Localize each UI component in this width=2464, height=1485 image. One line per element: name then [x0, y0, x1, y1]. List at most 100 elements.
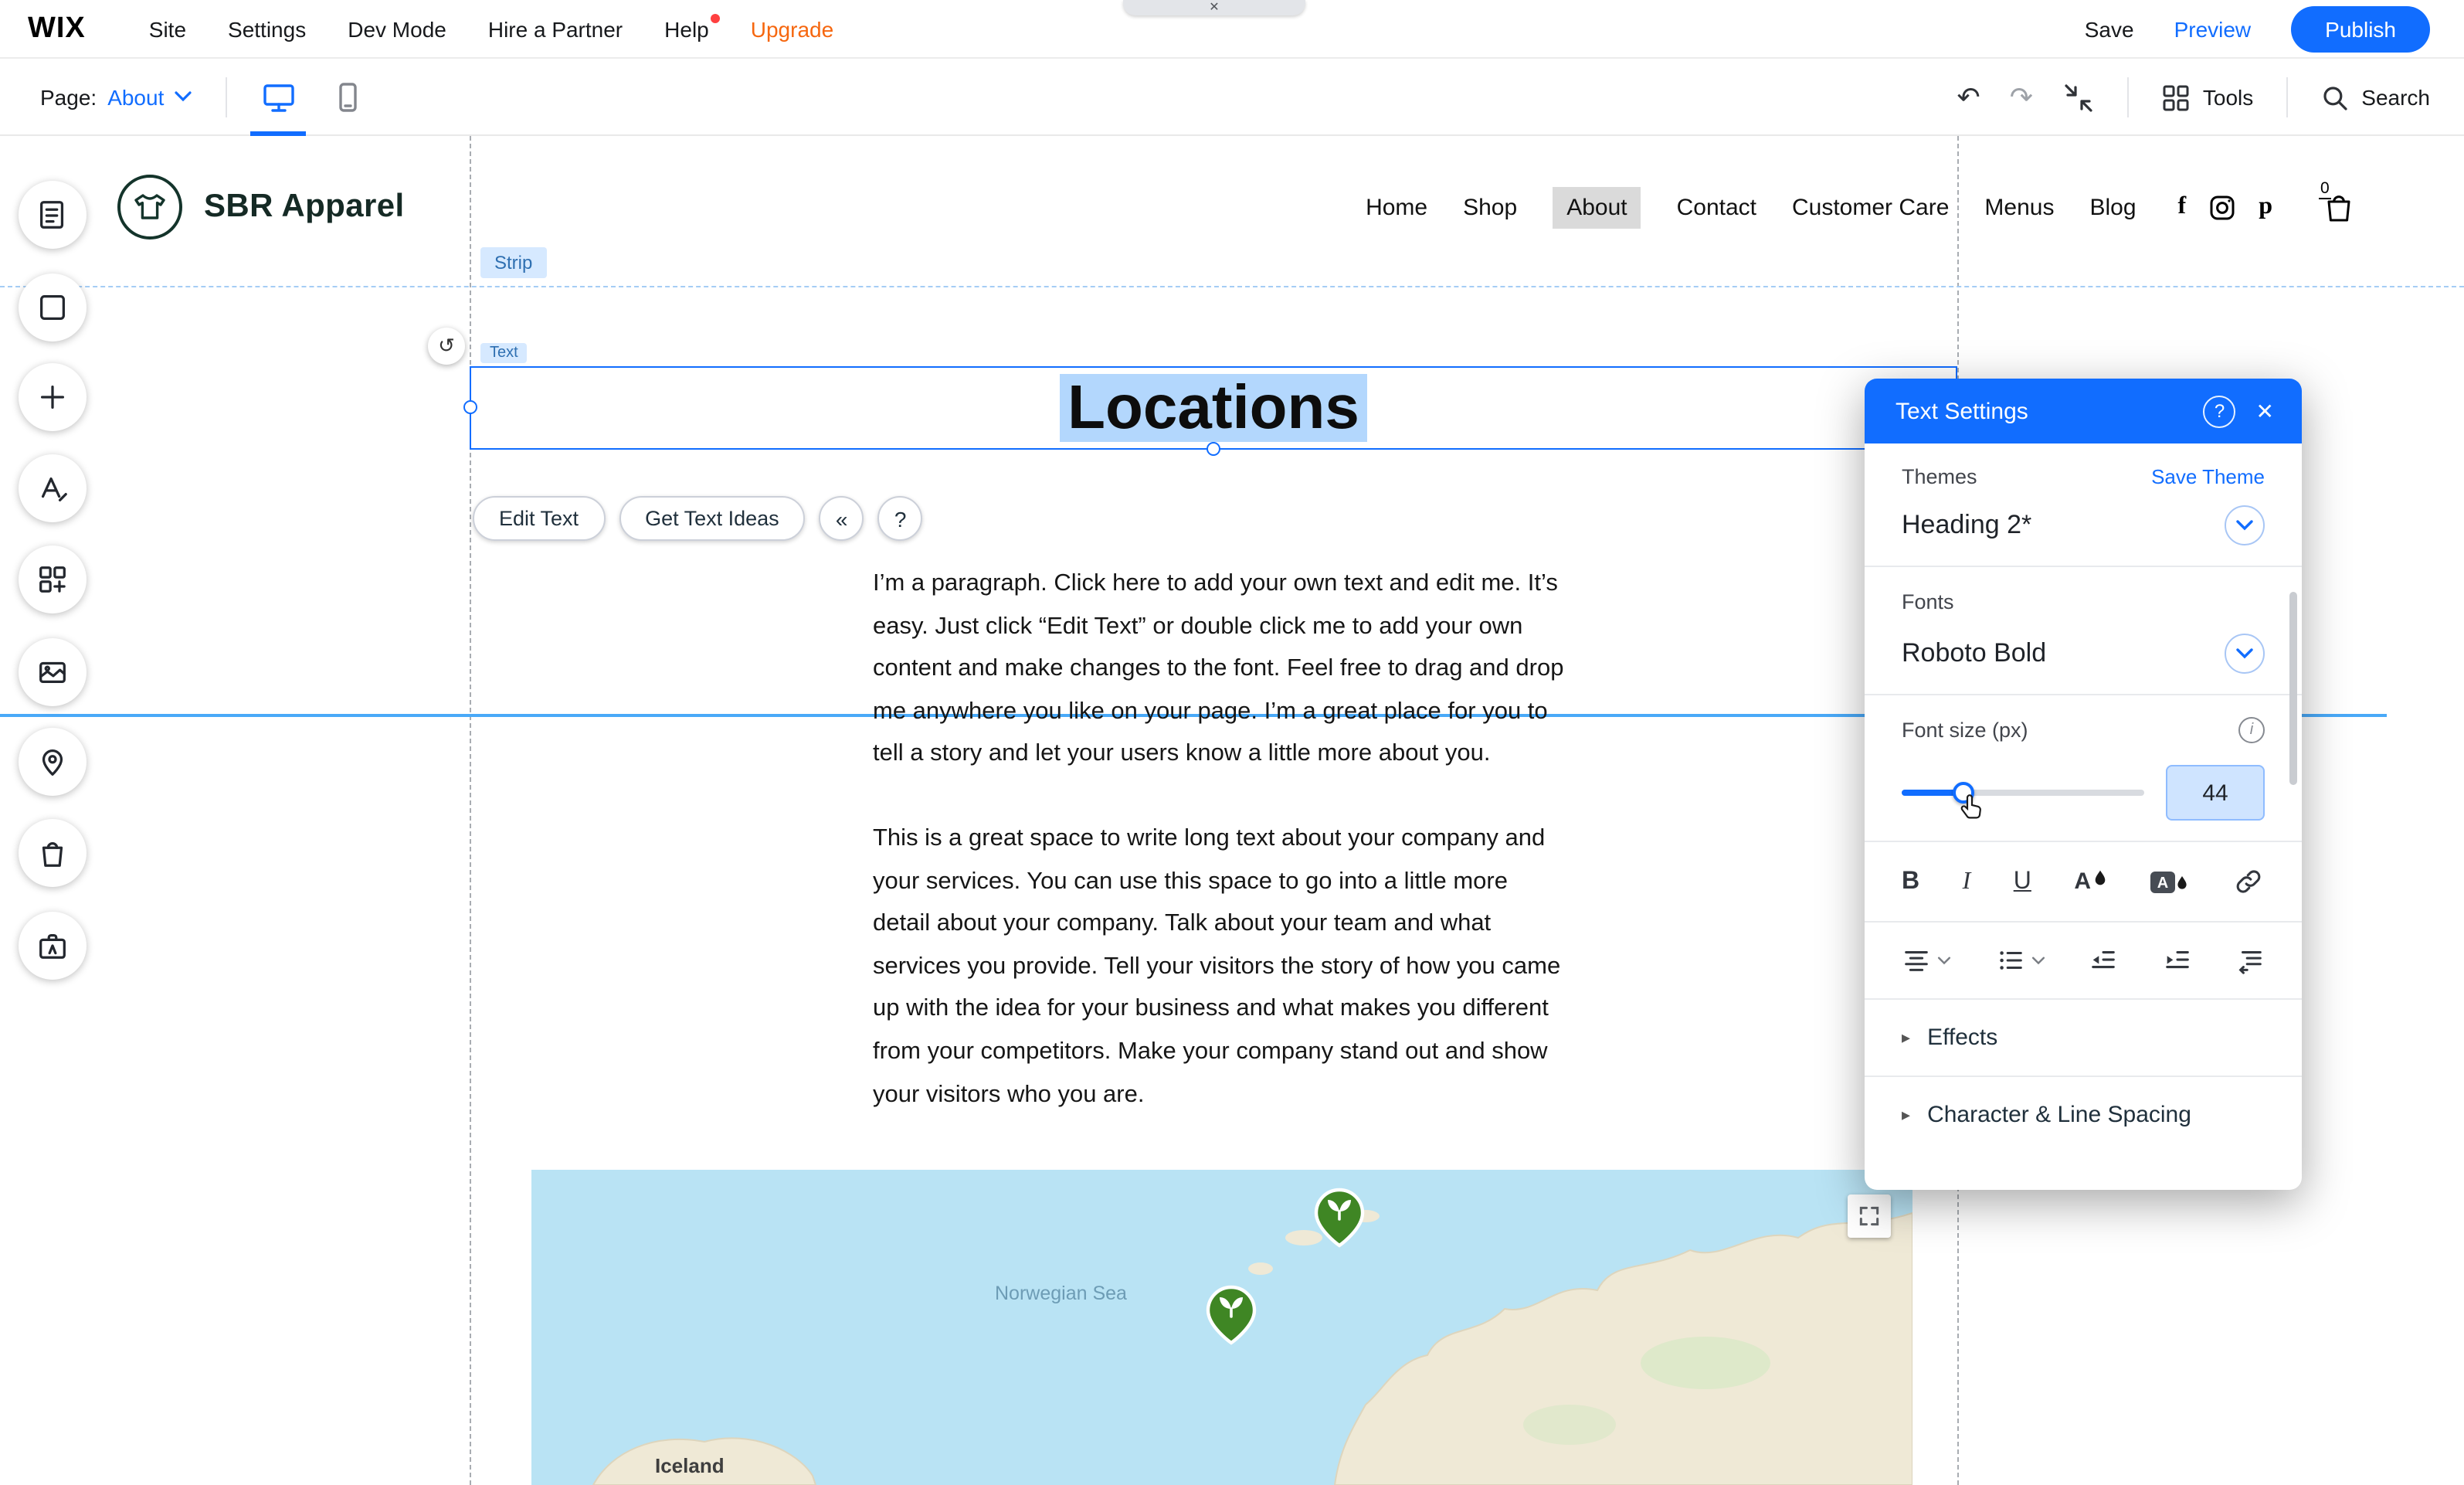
- get-text-ideas-button[interactable]: Get Text Ideas: [619, 496, 806, 541]
- panel-title: Text Settings: [1896, 398, 2028, 424]
- nav-shop[interactable]: Shop: [1463, 194, 1517, 220]
- nav-about[interactable]: About: [1553, 186, 1641, 228]
- rotate-handle[interactable]: ↺: [428, 328, 465, 365]
- menu-site[interactable]: Site: [149, 16, 186, 41]
- panel-scrollbar[interactable]: [2289, 592, 2297, 785]
- chevron-down-icon: [2031, 956, 2045, 965]
- resize-handle-bottom[interactable]: [1206, 442, 1220, 456]
- panel-header[interactable]: Text Settings ? ✕: [1865, 379, 2302, 443]
- save-button[interactable]: Save: [2085, 16, 2134, 41]
- nav-blog[interactable]: Blog: [2089, 194, 2136, 220]
- site-brand[interactable]: SBR Apparel: [204, 189, 405, 226]
- nav-contact[interactable]: Contact: [1677, 194, 1756, 220]
- menu-help[interactable]: Help: [664, 16, 709, 41]
- menus-pages-button[interactable]: [19, 181, 87, 249]
- help-button[interactable]: ?: [878, 496, 923, 541]
- font-dropdown-button[interactable]: [2225, 634, 2265, 674]
- font-size-section: Font size (px) i: [1865, 695, 2302, 841]
- desktop-view-button[interactable]: [261, 80, 297, 114]
- preview-button[interactable]: Preview: [2174, 16, 2252, 41]
- chevron-down-icon: [1937, 956, 1951, 965]
- effects-accordion[interactable]: ▸ Effects: [1865, 1000, 2302, 1076]
- collapse-actions-button[interactable]: «: [820, 496, 864, 541]
- bold-button[interactable]: B: [1902, 868, 1919, 895]
- caret-right-icon: ▸: [1902, 1028, 1910, 1048]
- save-theme-link[interactable]: Save Theme: [2151, 465, 2265, 488]
- site-logo[interactable]: [117, 175, 182, 240]
- media-button[interactable]: [19, 638, 87, 706]
- font-size-input[interactable]: [2166, 765, 2265, 821]
- italic-button[interactable]: I: [1963, 868, 1971, 895]
- instagram-icon[interactable]: [2209, 194, 2235, 220]
- cart-button[interactable]: 0: [2320, 189, 2357, 226]
- top-center-tab[interactable]: ✕: [1123, 0, 1305, 15]
- theme-dropdown-button[interactable]: [2225, 505, 2265, 545]
- site-nav: Home Shop About Contact Customer Care Me…: [1366, 186, 2136, 228]
- edit-text-button[interactable]: Edit Text: [473, 496, 605, 541]
- underline-button[interactable]: U: [2014, 868, 2031, 895]
- active-device-underline: [250, 131, 306, 135]
- fonts-section: Fonts Roboto Bold: [1865, 567, 2302, 694]
- text-tag[interactable]: Text: [480, 343, 528, 363]
- page-background-button[interactable]: [19, 274, 87, 342]
- menu-dev-mode[interactable]: Dev Mode: [348, 16, 446, 41]
- facebook-icon[interactable]: f: [2178, 193, 2187, 221]
- outdent-button[interactable]: [2089, 946, 2118, 975]
- strip-tag[interactable]: Strip: [480, 247, 546, 278]
- nav-customer-care[interactable]: Customer Care: [1792, 194, 1949, 220]
- font-size-label: Font size (px): [1902, 719, 2028, 742]
- text-direction-button[interactable]: [2235, 946, 2265, 975]
- tools-button[interactable]: Tools: [2161, 83, 2253, 112]
- shopping-bag-icon: [36, 836, 70, 870]
- highlight-color-button[interactable]: A: [2149, 866, 2189, 897]
- list-style-button[interactable]: [1995, 946, 2045, 975]
- font-color-button[interactable]: A: [2074, 868, 2106, 895]
- publish-button[interactable]: Publish: [2291, 5, 2430, 52]
- panel-close-icon[interactable]: ✕: [2250, 395, 2280, 427]
- pinterest-icon[interactable]: p: [2259, 193, 2272, 221]
- search-button[interactable]: Search: [2320, 83, 2430, 112]
- info-icon[interactable]: i: [2238, 717, 2265, 743]
- plus-icon: [36, 380, 70, 414]
- link-button[interactable]: [2232, 865, 2265, 898]
- menu-settings[interactable]: Settings: [228, 16, 306, 41]
- spacing-accordion[interactable]: ▸ Character & Line Spacing: [1865, 1077, 2302, 1153]
- menu-hire-a-partner[interactable]: Hire a Partner: [488, 16, 623, 41]
- paragraph-1: I’m a paragraph. Click here to add your …: [873, 562, 1571, 776]
- resize-handle-left[interactable]: [463, 400, 477, 414]
- location-button[interactable]: [19, 728, 87, 796]
- outdent-icon: [2089, 946, 2118, 975]
- hand-cursor: [1959, 793, 1984, 821]
- locations-map[interactable]: Norwegian Sea Iceland: [531, 1170, 1912, 1485]
- redo-icon[interactable]: ↷: [2010, 83, 2033, 111]
- indent-button[interactable]: [2162, 946, 2191, 975]
- nav-home[interactable]: Home: [1366, 194, 1427, 220]
- panel-help-icon[interactable]: ?: [2204, 395, 2236, 427]
- paragraph-2: This is a great space to write long text…: [873, 817, 1571, 1116]
- fonts-label: Fonts: [1902, 590, 1954, 613]
- selected-text-element[interactable]: Locations: [470, 366, 1957, 450]
- effects-label: Effects: [1927, 1025, 1997, 1051]
- business-tools-button[interactable]: [19, 912, 87, 980]
- text-align-button[interactable]: [1902, 946, 1951, 975]
- nav-menus[interactable]: Menus: [1984, 194, 2054, 220]
- body-text[interactable]: I’m a paragraph. Click here to add your …: [873, 562, 1571, 1116]
- page-selector-label: Page:: [40, 84, 97, 109]
- wix-logo[interactable]: WIX: [28, 12, 86, 46]
- device-toggle: [261, 58, 365, 135]
- close-icon[interactable]: ✕: [1209, 2, 1219, 14]
- map-fullscreen-button[interactable]: [1848, 1194, 1891, 1238]
- link-icon: [2232, 865, 2265, 898]
- mobile-view-button[interactable]: [331, 80, 365, 114]
- font-size-slider[interactable]: [1902, 790, 2144, 796]
- app-market-button[interactable]: [19, 545, 87, 613]
- menu-upgrade[interactable]: Upgrade: [751, 16, 833, 41]
- map-pin-icon: [36, 745, 70, 779]
- page-selector[interactable]: Page: About: [40, 84, 192, 109]
- add-elements-button[interactable]: [19, 363, 87, 431]
- exit-fullscreen-icon[interactable]: [2062, 81, 2095, 114]
- undo-icon[interactable]: ↶: [1957, 83, 1980, 111]
- site-design-button[interactable]: [19, 454, 87, 522]
- page-heading[interactable]: Locations: [1060, 374, 1367, 442]
- store-button[interactable]: [19, 819, 87, 887]
